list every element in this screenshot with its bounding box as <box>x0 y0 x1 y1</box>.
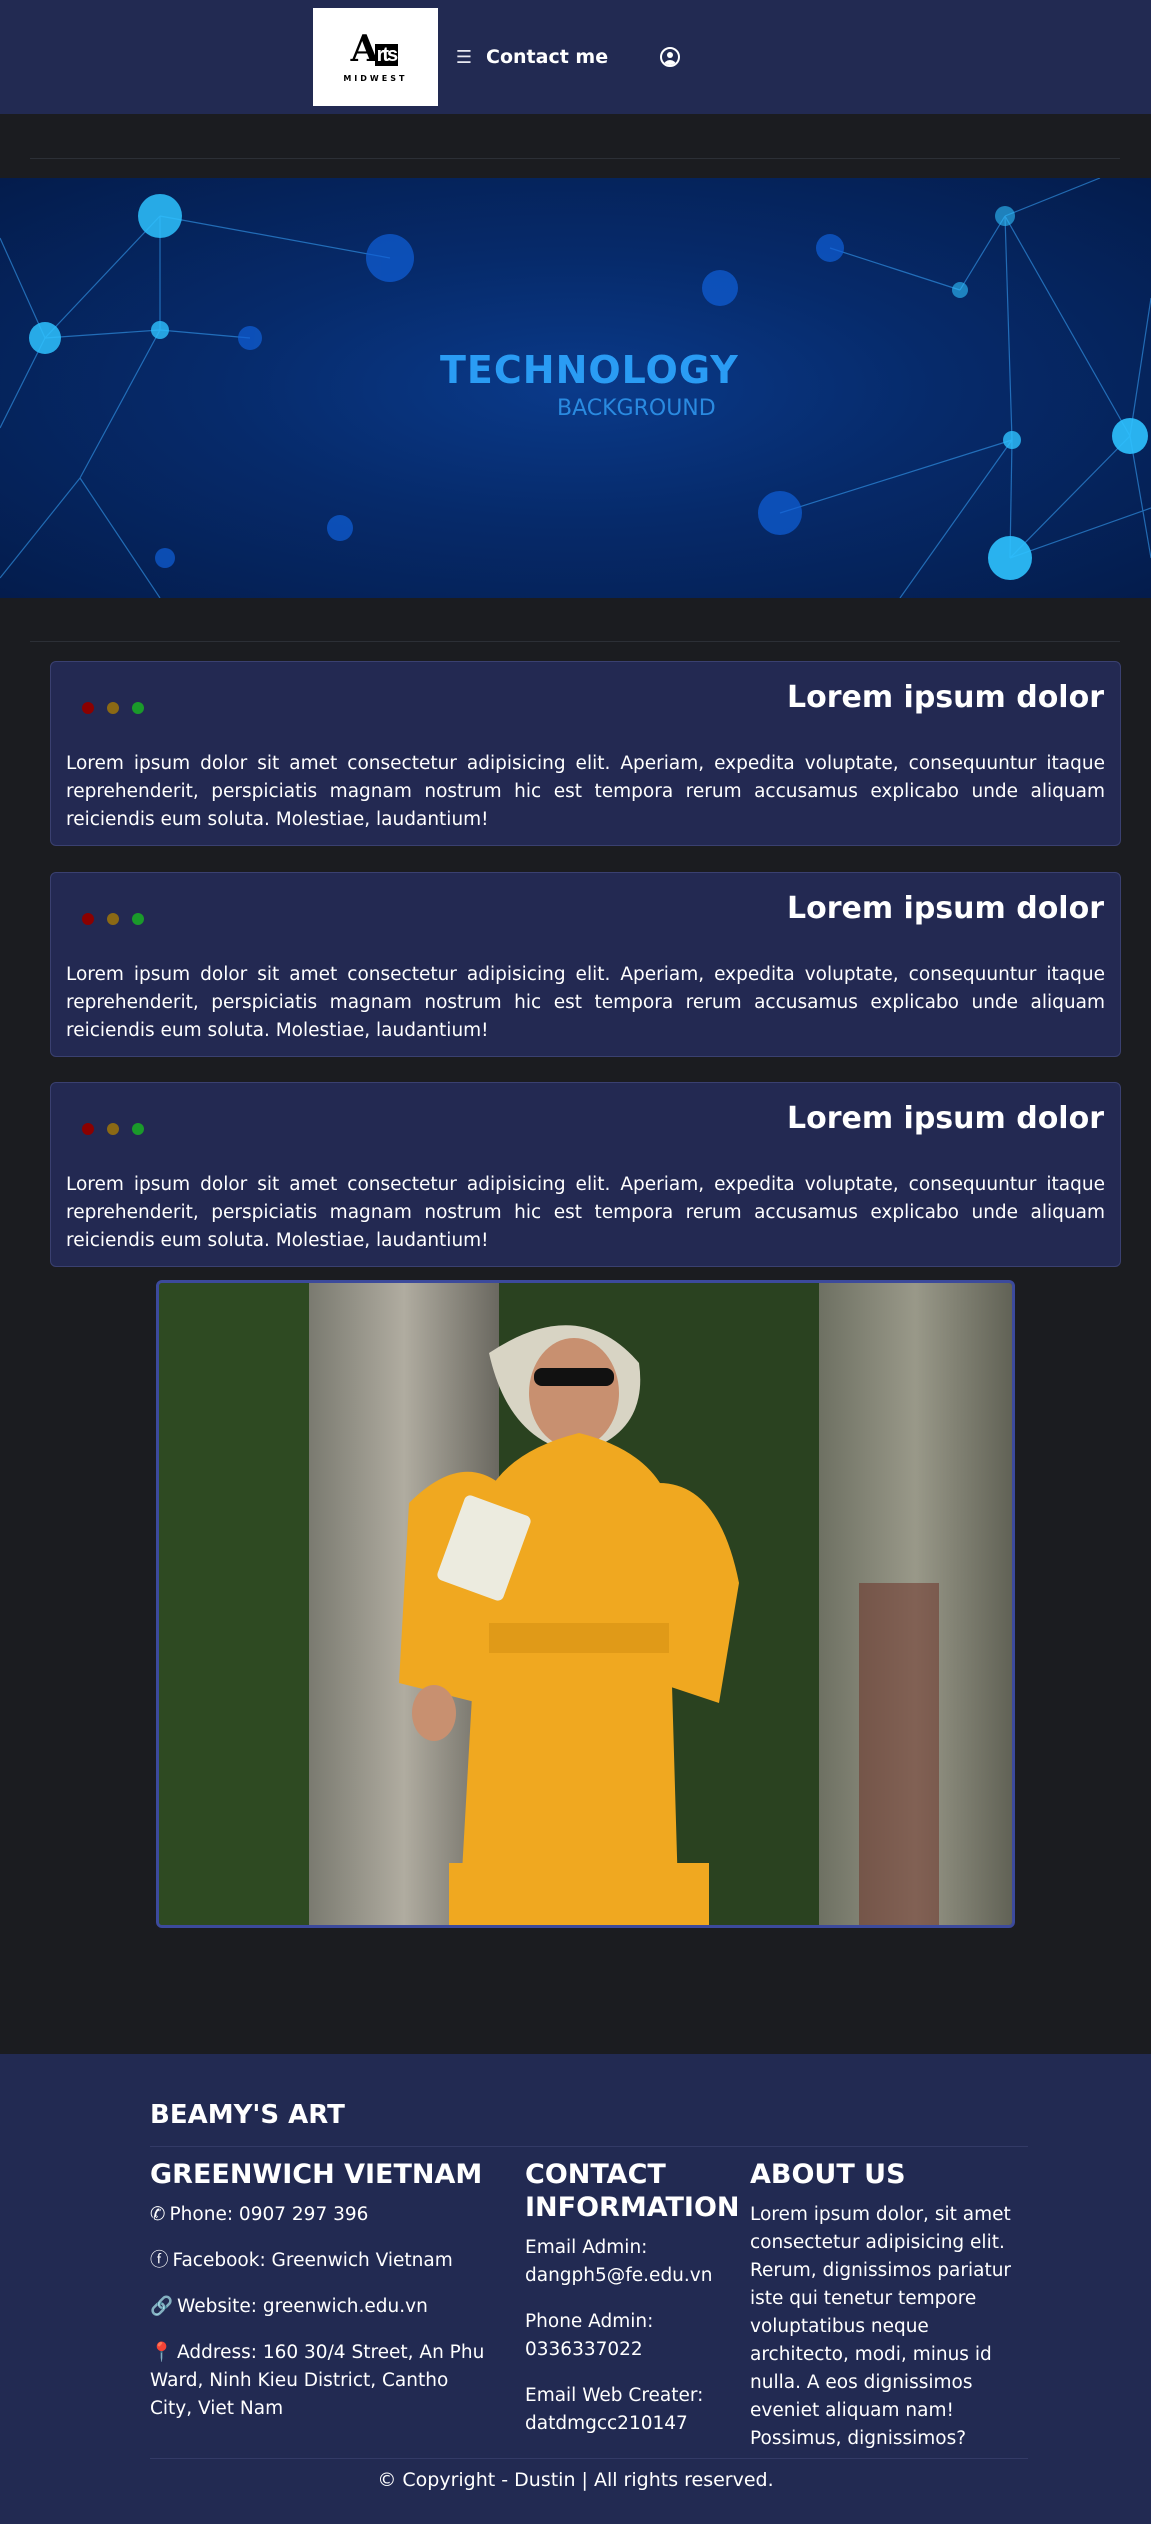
website-item[interactable]: 🔗 Website: greenwich.edu.vn <box>150 2293 490 2321</box>
website-text: Website: greenwich.edu.vn <box>177 2296 428 2317</box>
facebook-icon: ⓕ <box>150 2250 169 2271</box>
red-dot-icon <box>82 913 94 925</box>
hero-banner: TECHNOLOGY BACKGROUND <box>0 178 1151 598</box>
green-dot-icon <box>132 1123 144 1135</box>
banner-title: TECHNOLOGY <box>440 348 739 392</box>
red-dot-icon <box>82 1123 94 1135</box>
fashion-photo <box>156 1280 1015 1928</box>
menu-icon[interactable]: ☰ <box>456 47 472 68</box>
facebook-item[interactable]: ⓕ Facebook: Greenwich Vietnam <box>150 2247 490 2275</box>
about-title: ABOUT US <box>750 2159 906 2190</box>
card-title: Lorem ipsum dolor <box>786 680 1104 715</box>
site-footer: BEAMY'S ART GREENWICH VIETNAM ✆ Phone: 09… <box>0 2054 1151 2524</box>
user-account-icon[interactable] <box>660 47 681 67</box>
card-title: Lorem ipsum dolor <box>786 1101 1104 1136</box>
divider <box>30 641 1120 642</box>
phone-admin-label: Phone Admin: <box>525 2311 654 2332</box>
email-admin-value[interactable]: dangph5@fe.edu.vn <box>525 2262 725 2290</box>
info-card: Lorem ipsum dolor Lorem ipsum dolor sit … <box>50 1082 1121 1267</box>
email-creator-label: Email Web Creater: <box>525 2385 704 2406</box>
amber-dot-icon <box>107 1123 119 1135</box>
footer-brand: BEAMY'S ART <box>150 2100 345 2130</box>
logo-subtitle: MIDWEST <box>343 73 408 83</box>
banner-subtitle: BACKGROUND <box>557 396 716 421</box>
divider <box>30 158 1120 159</box>
location-pin-icon: 📍 <box>150 2342 174 2363</box>
about-column: ABOUT US Lorem ipsum dolor, sit amet con… <box>750 2158 1030 2471</box>
phone-item: ✆ Phone: 0907 297 396 <box>150 2201 490 2229</box>
top-navbar: Arts MIDWEST ☰ Contact me <box>0 0 1151 114</box>
email-admin-label: Email Admin: <box>525 2237 648 2258</box>
green-dot-icon <box>132 702 144 714</box>
window-dots <box>82 913 144 925</box>
logo-mark-letter: A <box>350 27 379 70</box>
greenwich-column: GREENWICH VIETNAM ✆ Phone: 0907 297 396 ⓕ… <box>150 2158 490 2441</box>
phone-text: Phone: 0907 297 396 <box>169 2204 369 2225</box>
email-admin-item: Email Admin: dangph5@fe.edu.vn <box>525 2234 725 2290</box>
footer-divider <box>150 2146 1028 2147</box>
phone-icon: ✆ <box>150 2204 166 2225</box>
contact-title: CONTACT INFORMATION <box>525 2159 740 2223</box>
red-dot-icon <box>82 702 94 714</box>
green-dot-icon <box>132 913 144 925</box>
footer-divider <box>150 2458 1028 2459</box>
about-text: Lorem ipsum dolor, sit amet consectetur … <box>750 2204 1012 2449</box>
card-body: Lorem ipsum dolor sit amet consectetur a… <box>66 964 1105 1041</box>
copyright-text: © Copyright - Dustin | All rights reserv… <box>377 2469 774 2491</box>
card-title: Lorem ipsum dolor <box>786 891 1104 926</box>
amber-dot-icon <box>107 913 119 925</box>
facebook-text: Facebook: Greenwich Vietnam <box>172 2250 453 2271</box>
nav-menu: ☰ Contact me <box>456 46 681 68</box>
address-text: Address: 160 30/4 Street, An Phu Ward, N… <box>150 2342 485 2419</box>
site-logo[interactable]: Arts MIDWEST <box>312 8 438 106</box>
contact-column: CONTACT INFORMATION Email Admin: dangph5… <box>525 2158 740 2456</box>
greenwich-title: GREENWICH VIETNAM <box>150 2159 483 2190</box>
address-item: 📍 Address: 160 30/4 Street, An Phu Ward, … <box>150 2339 490 2423</box>
card-body: Lorem ipsum dolor sit amet consectetur a… <box>66 753 1105 830</box>
info-card: Lorem ipsum dolor Lorem ipsum dolor sit … <box>50 661 1121 846</box>
window-dots <box>82 1123 144 1135</box>
logo-mark-suffix: rts <box>374 43 399 66</box>
email-creator-item: Email Web Creater: datdmgcc210147 <box>525 2382 725 2438</box>
link-icon: 🔗 <box>150 2296 174 2317</box>
card-body: Lorem ipsum dolor sit amet consectetur a… <box>66 1174 1105 1251</box>
phone-admin-value: 0336337022 <box>525 2339 643 2360</box>
window-dots <box>82 702 144 714</box>
phone-admin-item: Phone Admin: 0336337022 <box>525 2308 725 2364</box>
fashion-photo-illustration <box>159 1283 1012 1925</box>
contact-me-link[interactable]: Contact me <box>486 46 608 68</box>
info-card: Lorem ipsum dolor Lorem ipsum dolor sit … <box>50 872 1121 1057</box>
amber-dot-icon <box>107 702 119 714</box>
email-creator-value[interactable]: datdmgcc210147 <box>525 2410 725 2438</box>
